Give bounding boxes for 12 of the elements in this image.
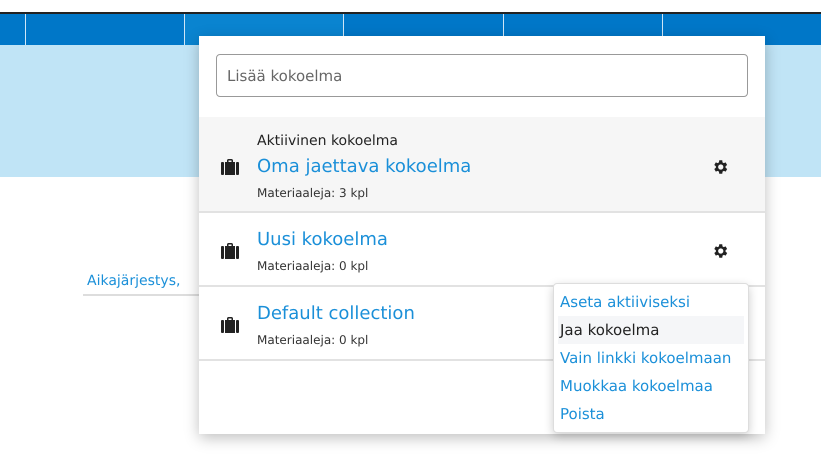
menu-item[interactable]: Jaa kokoelma [558, 316, 744, 344]
item-count: Materiaaleja: 3 kpl [257, 186, 368, 200]
item-count: Materiaaleja: 0 kpl [257, 333, 368, 347]
briefcase-icon [221, 243, 239, 259]
active-label: Aktiivinen kokoelma [257, 133, 398, 149]
item-count: Materiaaleja: 0 kpl [257, 259, 368, 273]
collection-link[interactable]: Oma jaettava kokoelma [257, 156, 472, 177]
collection-link[interactable]: Default collection [257, 303, 415, 324]
briefcase-icon [221, 158, 239, 174]
collection-link[interactable]: Uusi kokoelma [257, 229, 388, 250]
search-field[interactable]: Lisää kokoelma [216, 54, 748, 97]
briefcase-icon [221, 317, 239, 333]
